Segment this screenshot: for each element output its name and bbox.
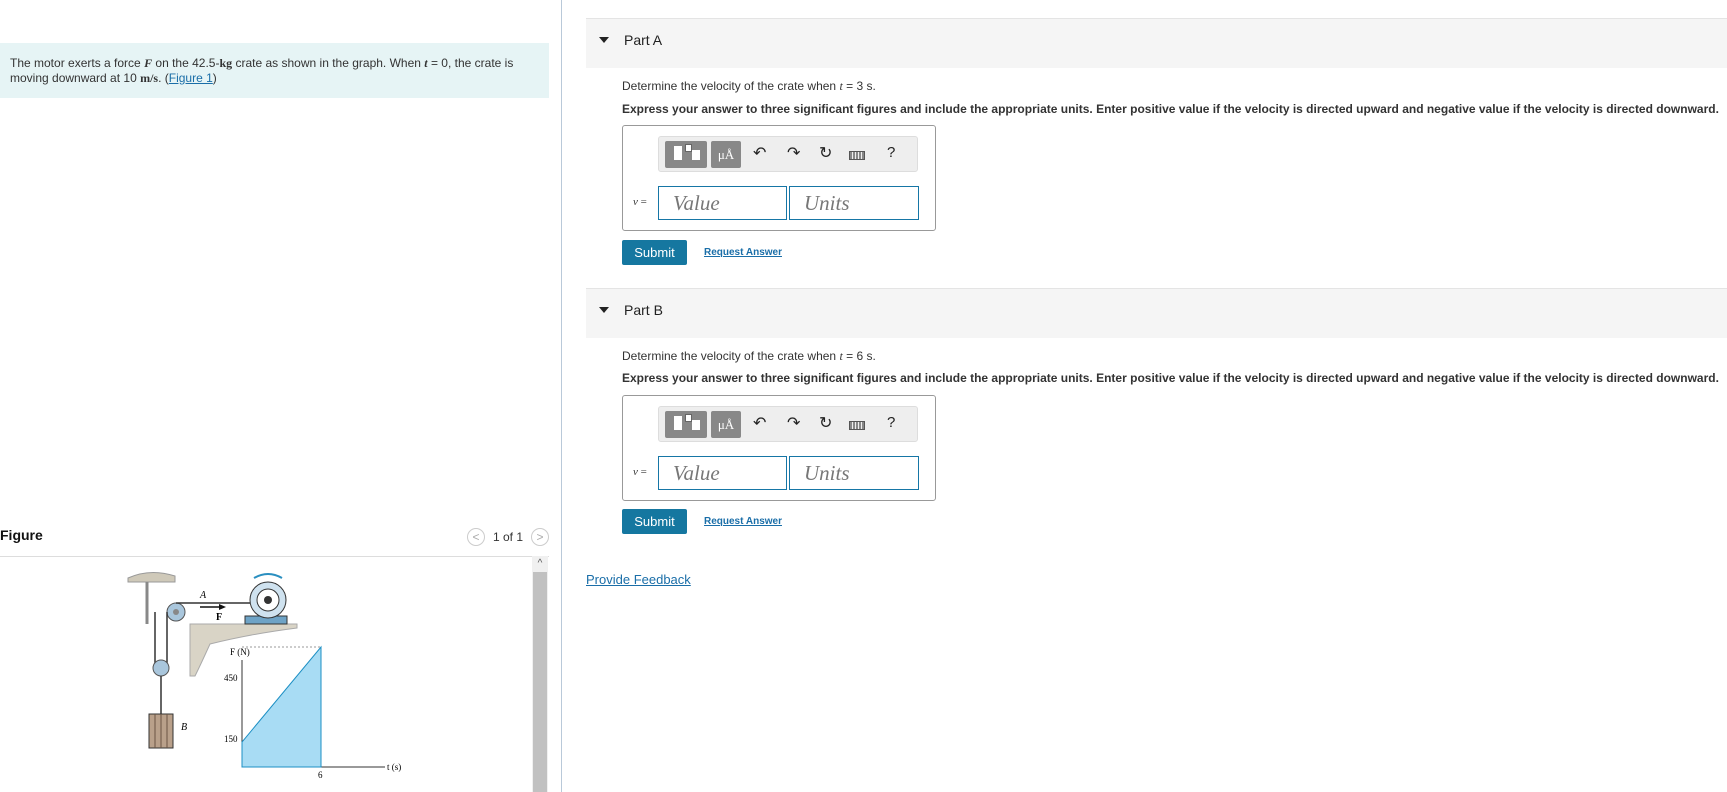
keyboard-icon[interactable] <box>849 421 865 430</box>
part-a-instruction: Express your answer to three significant… <box>622 102 1719 116</box>
label-f: F <box>216 612 222 623</box>
reset-icon[interactable]: ↻ <box>819 414 832 434</box>
figure-header: Figure < 1 of 1 > <box>0 524 549 557</box>
templates-button[interactable] <box>665 411 707 438</box>
problem-text: ) <box>212 71 217 85</box>
panel-divider <box>561 0 562 792</box>
part-b-instruction: Express your answer to three significant… <box>622 371 1719 385</box>
provide-feedback-link[interactable]: Provide Feedback <box>586 572 691 587</box>
y-tick-450: 450 <box>224 673 238 683</box>
templates-button[interactable] <box>665 141 707 168</box>
force-area <box>241 645 322 768</box>
part-a-header[interactable]: Part A <box>586 18 1727 68</box>
problem-text: The motor exerts a force <box>10 56 145 70</box>
math-toolbar: μÅ ↶ ↷ ↻ ? <box>658 406 918 442</box>
problem-statement: The motor exerts a force F on the 42.5-k… <box>0 43 549 98</box>
problem-text: on the 42.5- <box>152 56 220 70</box>
collapse-triangle-icon[interactable] <box>599 37 609 43</box>
pager-text: 1 of 1 <box>492 530 523 544</box>
figure-pager: < 1 of 1 > <box>466 528 549 546</box>
rotation-arrow <box>253 573 283 579</box>
units-input[interactable]: Units <box>789 186 919 220</box>
figure-scrollbar[interactable]: ^ <box>532 556 548 792</box>
prev-figure-button[interactable]: < <box>466 528 485 546</box>
help-icon[interactable]: ? <box>887 144 895 161</box>
figure-link[interactable]: Figure 1 <box>169 71 213 85</box>
force-arrow-head <box>219 604 226 610</box>
part-a-question: Determine the velocity of the crate when… <box>622 79 876 93</box>
units-symbols-button[interactable]: μÅ <box>711 141 741 168</box>
part-b-header[interactable]: Part B <box>586 288 1727 338</box>
problem-text: . ( <box>158 71 169 85</box>
request-answer-link[interactable]: Request Answer <box>704 247 782 258</box>
f-axis-label: F (N) <box>230 647 250 657</box>
label-b: B <box>181 722 187 733</box>
part-b-title: Part B <box>624 302 663 318</box>
next-figure-button[interactable]: > <box>531 528 549 546</box>
redo-icon[interactable]: ↷ <box>787 144 800 164</box>
value-input[interactable]: Value <box>658 456 787 490</box>
problem-unit-kg: kg <box>219 56 233 70</box>
variable-label: v = <box>633 466 647 478</box>
submit-button[interactable]: Submit <box>622 240 687 265</box>
problem-var-f: F <box>144 56 153 70</box>
t-axis-label: t (s) <box>387 762 401 772</box>
problem-unit-ms: m/s <box>140 71 159 85</box>
units-symbols-button[interactable]: μÅ <box>711 411 741 438</box>
chevron-left-icon: < <box>472 530 480 544</box>
math-toolbar: μÅ ↶ ↷ ↻ ? <box>658 136 918 172</box>
help-icon[interactable]: ? <box>887 414 895 431</box>
variable-label: v = <box>633 196 647 208</box>
value-input[interactable]: Value <box>658 186 787 220</box>
pulley-a-hub <box>173 609 179 615</box>
undo-icon[interactable]: ↶ <box>753 144 766 164</box>
pulley-lower <box>152 659 170 677</box>
motor-hub <box>264 596 272 604</box>
scroll-up-icon[interactable]: ^ <box>532 556 548 571</box>
figure-title: Figure <box>0 527 43 543</box>
right-panel: Part A Determine the velocity of the cra… <box>586 0 1727 792</box>
keyboard-icon[interactable] <box>849 151 865 160</box>
y-tick-150: 150 <box>224 734 238 744</box>
part-b-answer-box: μÅ ↶ ↷ ↻ ? v = Value Units <box>622 395 936 501</box>
collapse-triangle-icon[interactable] <box>599 307 609 313</box>
units-input[interactable]: Units <box>789 456 919 490</box>
problem-text: crate as shown in the graph. When <box>232 56 425 70</box>
submit-button[interactable]: Submit <box>622 509 687 534</box>
part-a-title: Part A <box>624 32 663 48</box>
redo-icon[interactable]: ↷ <box>787 414 800 434</box>
figure-image: A F B F (N) 450 150 6 t (s) <box>127 572 401 780</box>
reset-icon[interactable]: ↻ <box>819 144 832 164</box>
label-a: A <box>199 590 207 601</box>
x-tick-6: 6 <box>318 770 323 780</box>
chevron-right-icon: > <box>536 530 544 544</box>
part-b-question: Determine the velocity of the crate when… <box>622 349 876 363</box>
part-a-answer-box: μÅ ↶ ↷ ↻ ? v = Value Units <box>622 125 936 231</box>
ceiling-support <box>127 572 176 583</box>
scroll-thumb[interactable] <box>533 572 547 792</box>
undo-icon[interactable]: ↶ <box>753 414 766 434</box>
left-panel: The motor exerts a force F on the 42.5-k… <box>0 0 549 792</box>
request-answer-link[interactable]: Request Answer <box>704 516 782 527</box>
